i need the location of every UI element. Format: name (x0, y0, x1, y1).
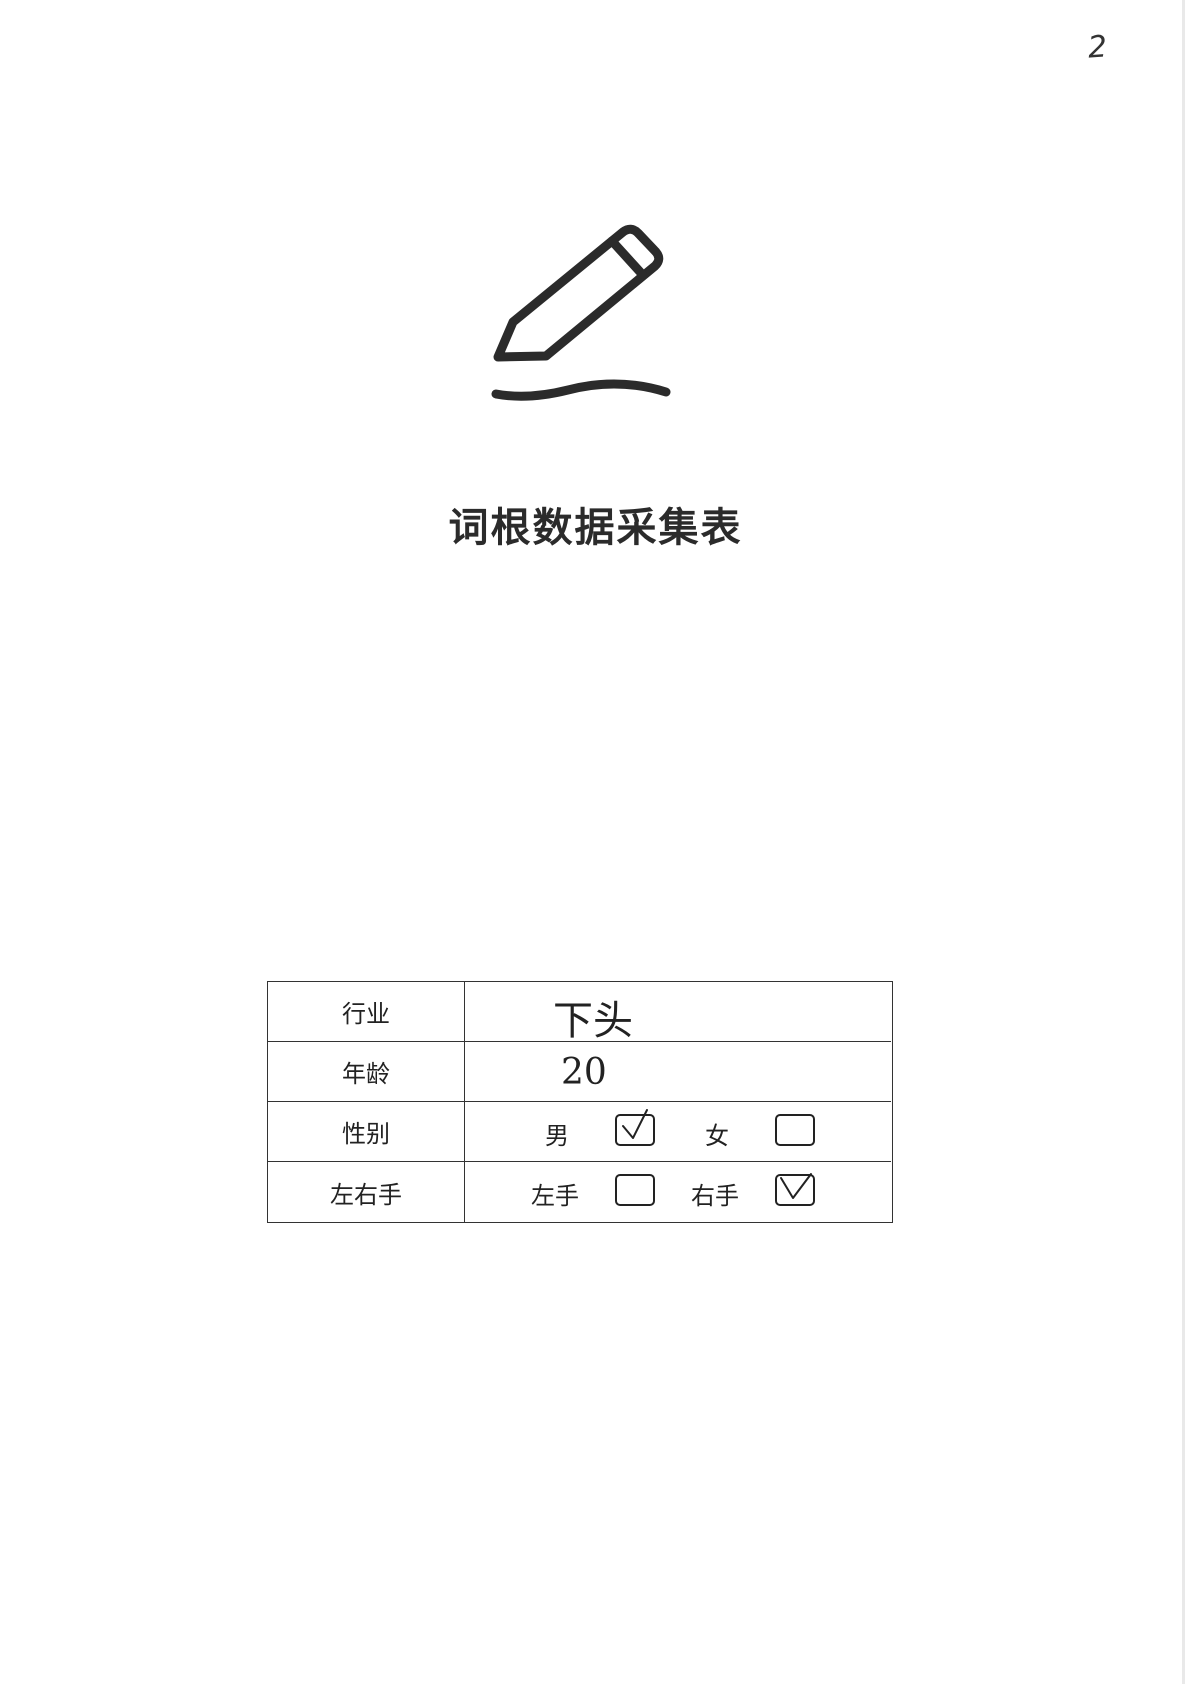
row-age: 年龄 20 (268, 1042, 891, 1102)
gender-male-checkbox[interactable] (615, 1109, 655, 1146)
left-hand-label: 左手 (531, 1182, 579, 1210)
check-mark-icon (622, 1109, 648, 1139)
row-industry: 行业 下头 (268, 982, 891, 1044)
handedness-label: 左右手 (268, 1162, 465, 1222)
info-form-table: 行业 下头 年龄 20 性别 男 女 左右手 左手 右手 (267, 981, 893, 1223)
page-number: 2 (1086, 29, 1109, 66)
gender-male-label: 男 (545, 1122, 569, 1150)
industry-label: 行业 (268, 982, 465, 1041)
right-hand-label: 右手 (691, 1182, 739, 1210)
right-hand-checkbox[interactable] (775, 1173, 815, 1206)
gender-female-label: 女 (705, 1122, 729, 1150)
industry-value: 下头 (553, 998, 633, 1044)
row-handedness: 左右手 左手 右手 (268, 1162, 891, 1222)
age-label: 年龄 (268, 1042, 465, 1101)
industry-value-cell[interactable]: 下头 (465, 982, 891, 1044)
pencil-writing-icon (491, 224, 671, 401)
page-edge (1182, 0, 1185, 1684)
age-value-cell[interactable]: 20 (465, 1042, 891, 1101)
left-hand-checkbox[interactable] (615, 1174, 655, 1206)
check-mark-icon (780, 1173, 812, 1199)
page-title: 词根数据采集表 (448, 505, 743, 551)
gender-female-checkbox[interactable] (775, 1114, 815, 1146)
gender-label: 性别 (268, 1102, 465, 1161)
row-gender: 性别 男 女 (268, 1102, 891, 1162)
age-value: 20 (561, 1052, 607, 1093)
